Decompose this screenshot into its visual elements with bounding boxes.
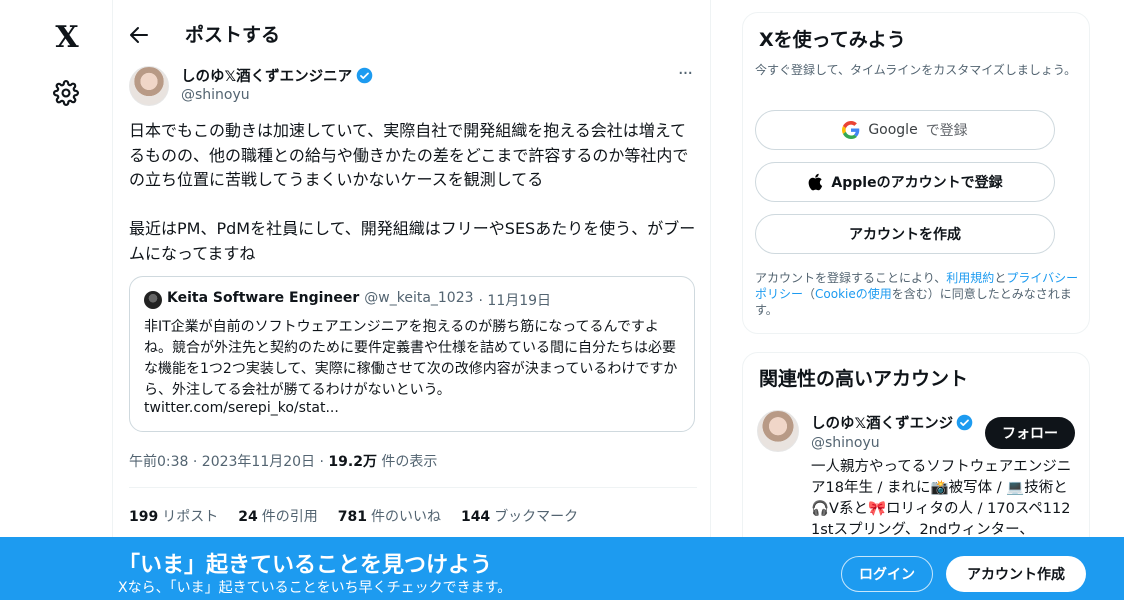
- views-count: 19.2万: [328, 454, 377, 470]
- x-logo-icon[interactable]: X: [51, 22, 83, 54]
- apple-label: Appleのアカウントで登録: [831, 175, 1003, 191]
- related-title: 関連性の高いアカウント: [759, 368, 969, 390]
- cookie-link[interactable]: Cookieの使用: [815, 287, 892, 301]
- related-name[interactable]: しのゆ𝕏酒くずエンジ: [811, 412, 953, 433]
- quote-link[interactable]: twitter.com/serepi_ko/stat...: [144, 400, 339, 416]
- stat-reposts[interactable]: 199 リポスト: [129, 506, 218, 526]
- quoted-post[interactable]: Keita Software Engineer @w_keita_1023 · …: [129, 276, 695, 432]
- quote-header: Keita Software Engineer @w_keita_1023 · …: [167, 290, 551, 310]
- signup-card: Xを使ってみよう 今すぐ登録して、タイムラインをカスタマイズしましょう。 Goo…: [742, 12, 1090, 334]
- arrow-left-icon[interactable]: [127, 23, 151, 47]
- verified-badge-icon: [956, 414, 973, 431]
- quote-author-name: Keita Software Engineer: [167, 290, 360, 306]
- post-time[interactable]: 午前0:38 · 2023年11月20日 ·: [129, 454, 328, 470]
- signup-subtitle: 今すぐ登録して、タイムラインをカスタマイズしましょう。: [755, 63, 1077, 77]
- google-signup-button[interactable]: Google で登録: [755, 110, 1055, 150]
- related-avatar[interactable]: [757, 410, 799, 452]
- stat-quotes[interactable]: 24 件の引用: [238, 506, 317, 526]
- apple-icon: [809, 173, 823, 191]
- author-name-row[interactable]: しのゆ𝕏酒くずエンジニア: [181, 65, 373, 86]
- related-name-row[interactable]: しのゆ𝕏酒くずエンジ: [811, 412, 973, 433]
- stat-likes[interactable]: 781 件のいいね: [338, 506, 441, 526]
- author-handle[interactable]: @shinoyu: [181, 87, 250, 103]
- more-options-icon[interactable]: ···: [673, 62, 697, 86]
- stat-bookmarks[interactable]: 144 ブックマーク: [461, 506, 578, 526]
- left-nav: X: [0, 0, 112, 600]
- bottom-signup-bar: 「いま」起きていることを見つけよう Xなら、「いま」起きていることをいち早くチェ…: [0, 537, 1124, 600]
- create-account-button[interactable]: アカウントを作成: [755, 214, 1055, 254]
- related-handle[interactable]: @shinoyu: [811, 435, 880, 451]
- quote-text: 非IT企業が自前のソフトウェアエンジニアを抱えるのが勝ち筋になってるんですよね。…: [144, 319, 678, 398]
- post-timestamp: 午前0:38 · 2023年11月20日 · 19.2万 件の表示: [129, 451, 437, 471]
- post-text: 日本でもこの動きは加速していて、実際自社で開発組織を抱える会社は増えてるものの、…: [129, 121, 696, 263]
- quote-author-handle: @w_keita_1023: [364, 290, 474, 306]
- page-title: ポストする: [185, 24, 281, 46]
- verified-badge-icon: [356, 67, 373, 84]
- signup-title: Xを使ってみよう: [759, 29, 906, 51]
- gear-icon[interactable]: [53, 80, 79, 106]
- apple-signup-button[interactable]: Appleのアカウントで登録: [755, 162, 1055, 202]
- top-bar: ポストする: [113, 0, 712, 60]
- main-column: ポストする しのゆ𝕏酒くずエンジニア @shinoyu ··· 日本でもこの動き…: [112, 0, 711, 600]
- follow-button[interactable]: フォロー: [985, 417, 1075, 449]
- terms-text: アカウントを登録することにより、利用規約とプライバシーポリシー（Cookieの使…: [755, 271, 1079, 317]
- bottom-bar-subtitle: Xなら、「いま」起きていることをいち早くチェックできます。: [118, 580, 512, 596]
- quote-avatar: [144, 291, 162, 309]
- login-button[interactable]: ログイン: [841, 556, 933, 592]
- related-bio: 一人親方やってるソフトウェアエンジニア18年生 / まれに📸被写体 / 💻技術と…: [811, 459, 1072, 538]
- quote-date: · 11月19日: [478, 293, 552, 309]
- views-label: 件の表示: [376, 454, 438, 470]
- google-suffix: で登録: [925, 123, 968, 139]
- author-name[interactable]: しのゆ𝕏酒くずエンジニア: [181, 65, 352, 86]
- bottom-bar-title: 「いま」起きていることを見つけよう: [118, 553, 493, 578]
- google-icon: [842, 121, 860, 139]
- author-avatar[interactable]: [129, 66, 169, 106]
- terms-link[interactable]: 利用規約: [946, 271, 994, 285]
- post-stats: 199 リポスト 24 件の引用 781 件のいいね 144 ブックマーク: [129, 506, 578, 526]
- google-label: Google: [868, 122, 918, 138]
- divider: [129, 487, 697, 488]
- signup-button[interactable]: アカウント作成: [946, 556, 1086, 592]
- create-account-label: アカウントを作成: [849, 227, 961, 243]
